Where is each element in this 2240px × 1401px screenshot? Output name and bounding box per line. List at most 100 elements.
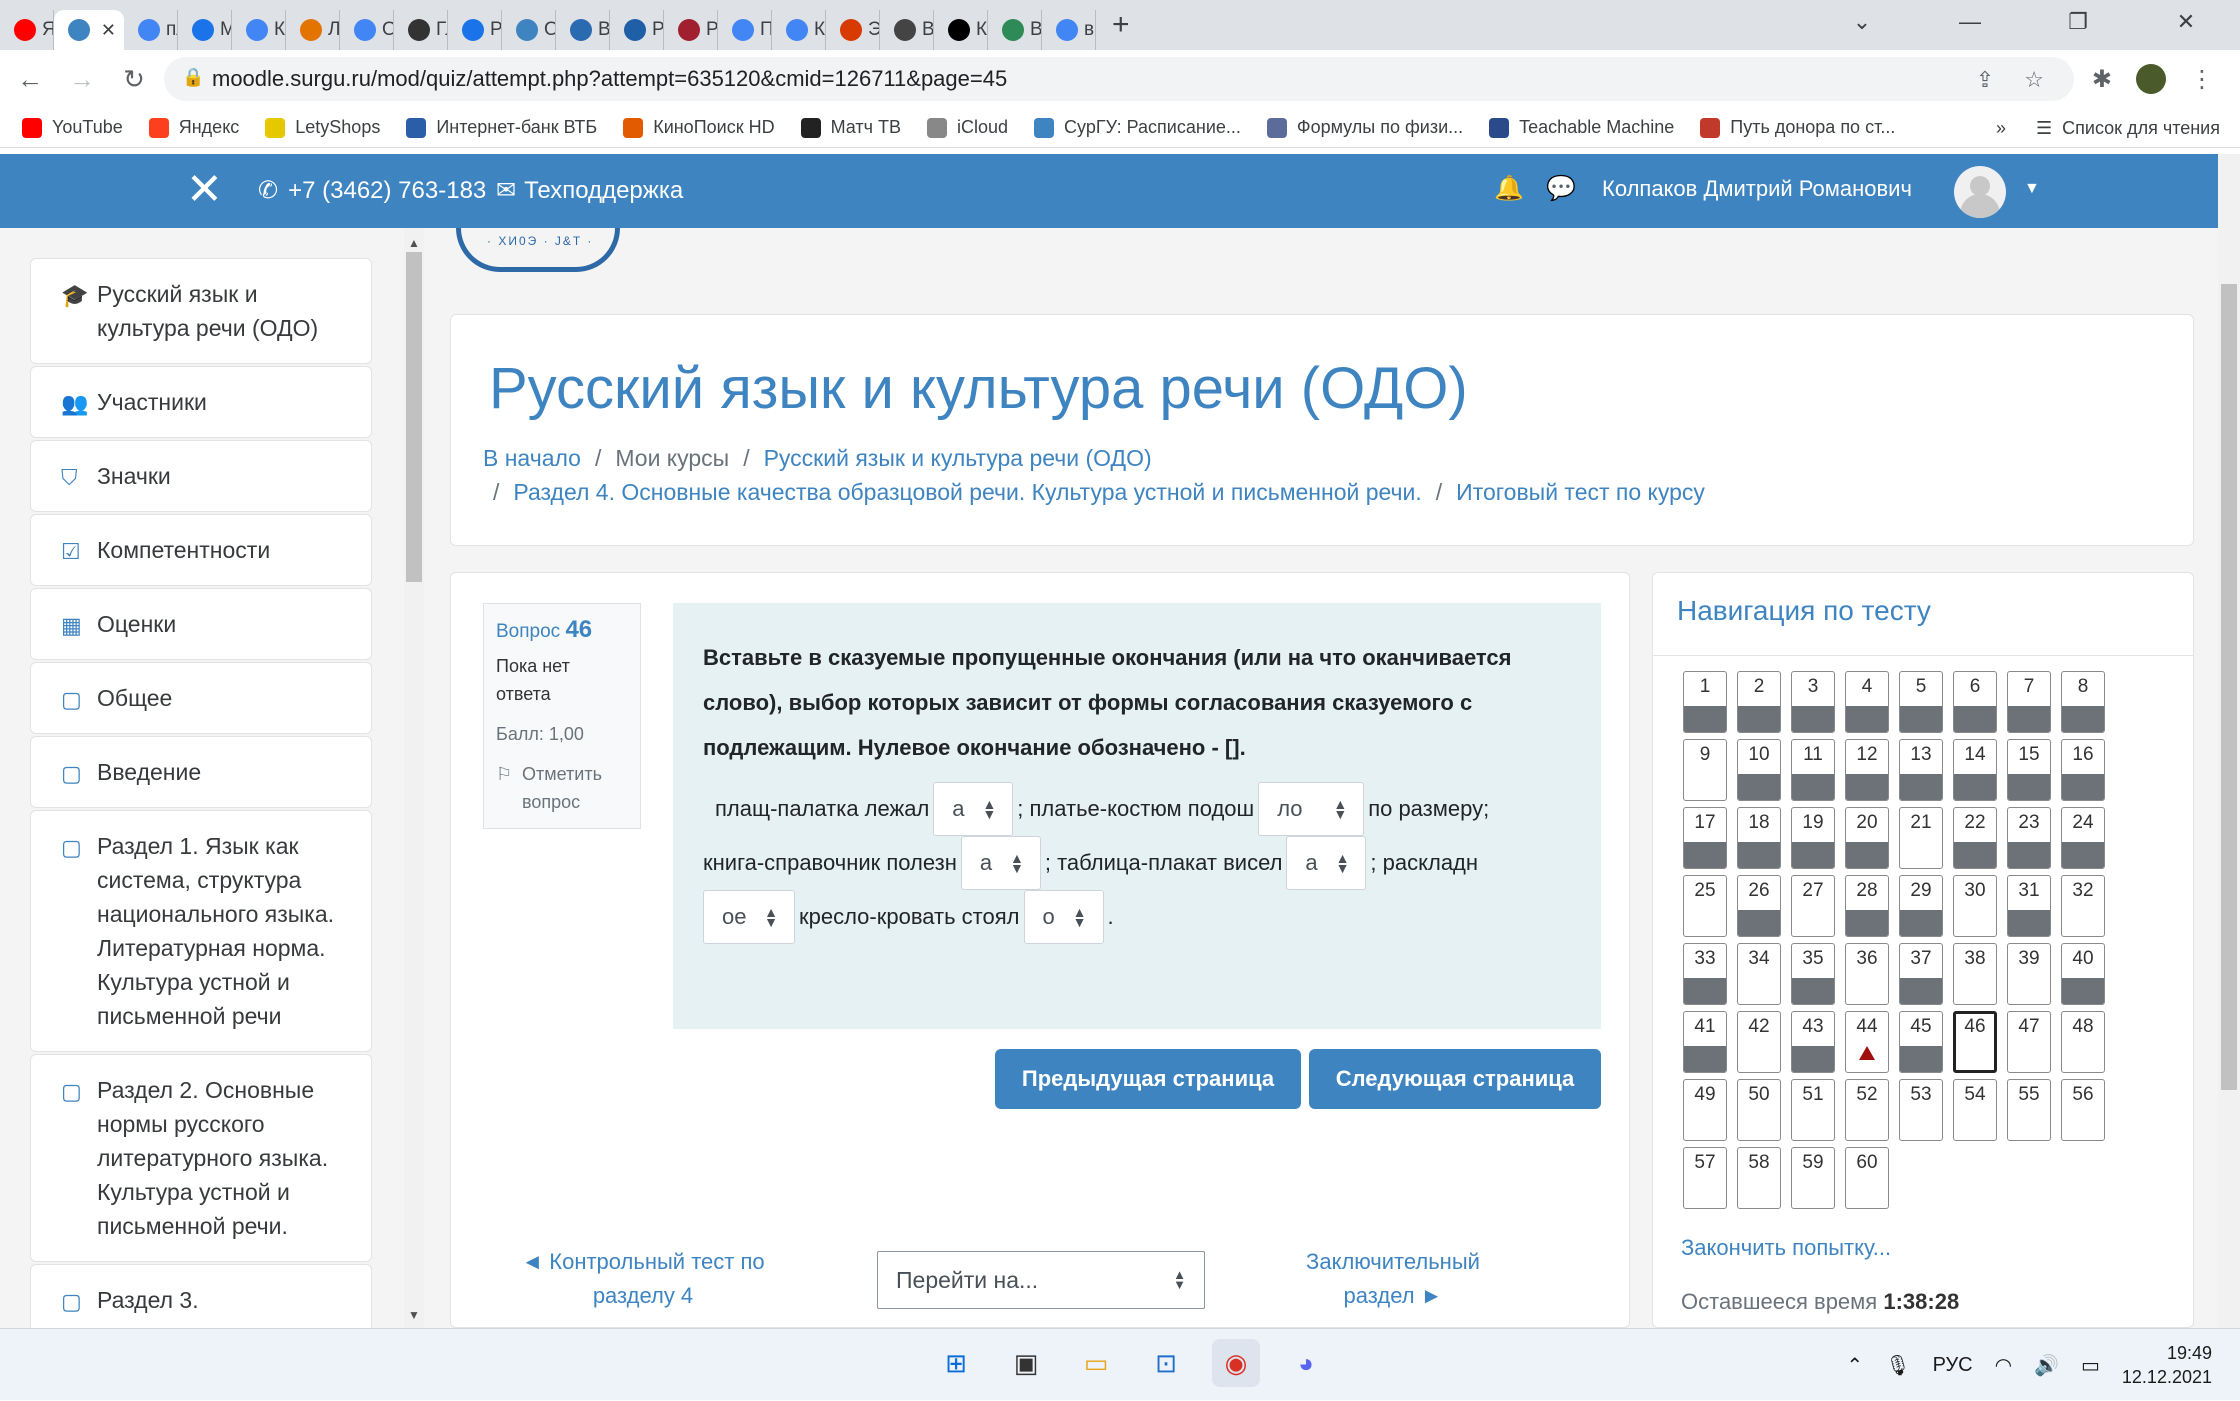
browser-tab[interactable]: Вне	[556, 10, 610, 50]
quiz-nav-button[interactable]: 2	[1737, 671, 1781, 733]
quiz-nav-button[interactable]: 17	[1683, 807, 1727, 869]
start-icon[interactable]: ⊞	[932, 1339, 980, 1387]
sidebar-item[interactable]: ▢ Общее	[30, 662, 372, 734]
drawer-scroll-thumb[interactable]	[406, 252, 422, 582]
bookmark-item[interactable]: Формулы по физи...	[1266, 117, 1463, 138]
extensions-icon[interactable]: ✱	[2092, 65, 2112, 94]
bookmark-item[interactable]: Яндекс	[148, 117, 239, 138]
reading-list-button[interactable]: Список для чтения	[2062, 118, 2220, 139]
answer-select-5[interactable]: ое ▲ ▼	[703, 890, 795, 944]
breadcrumb-my-courses[interactable]: Мои курсы	[615, 445, 729, 471]
scroll-up-icon[interactable]: ▲	[408, 236, 420, 250]
breadcrumb-course[interactable]: Русский язык и культура речи (ОДО)	[764, 445, 1152, 471]
bookmark-item[interactable]: iCloud	[927, 117, 1008, 138]
back-button[interactable]: ←	[8, 64, 52, 95]
quiz-nav-button[interactable]: 43	[1791, 1011, 1835, 1073]
quiz-nav-button[interactable]: 28	[1845, 875, 1889, 937]
browser-tab[interactable]: Реч	[610, 10, 664, 50]
bookmark-item[interactable]: Матч ТВ	[800, 117, 901, 138]
quiz-nav-button[interactable]: 39	[2007, 943, 2051, 1005]
tab-search-icon[interactable]: ⌄	[1808, 0, 1916, 44]
share-icon[interactable]: ⇪	[1976, 67, 1994, 93]
browser-tab[interactable]: Мес	[178, 10, 232, 50]
address-bar[interactable]: 🔒 moodle.surgu.ru/mod/quiz/attempt.php?a…	[164, 57, 2074, 101]
quiz-nav-button[interactable]: 24	[2061, 807, 2105, 869]
drawer-scrollbar[interactable]: ▲ ▼	[404, 228, 424, 1328]
maximize-button[interactable]: ❐	[2024, 0, 2132, 44]
browser-tab[interactable]: Лек	[286, 10, 340, 50]
reload-button[interactable]: ↻	[112, 64, 156, 95]
quiz-nav-button[interactable]: 49	[1683, 1079, 1727, 1141]
breadcrumb-home[interactable]: В начало	[483, 445, 581, 471]
sidebar-item[interactable]: ▦ Оценки	[30, 588, 372, 660]
notifications-bell-icon[interactable]: 🔔	[1494, 174, 1524, 203]
bookmark-item[interactable]: Интернет-банк ВТБ	[406, 117, 597, 138]
quiz-nav-button[interactable]: 4	[1845, 671, 1889, 733]
browser-tab[interactable]: вве	[1042, 10, 1096, 50]
quiz-nav-button[interactable]: 52	[1845, 1079, 1889, 1141]
bookmarks-more-button[interactable]: »	[1996, 118, 2006, 139]
quiz-nav-button[interactable]: 32	[2061, 875, 2105, 937]
sidebar-item[interactable]: ▢ Введение	[30, 736, 372, 808]
user-avatar[interactable]	[1954, 166, 2006, 218]
phone-link[interactable]: ✆ +7 (3462) 763-183	[258, 176, 486, 205]
quiz-nav-button[interactable]: 53	[1899, 1079, 1943, 1141]
quiz-nav-button[interactable]: 15	[2007, 739, 2051, 801]
browser-tab[interactable]: Вер	[880, 10, 934, 50]
breadcrumb-quiz[interactable]: Итоговый тест по курсу	[1456, 479, 1705, 505]
quiz-nav-button[interactable]: 1	[1683, 671, 1727, 733]
quiz-nav-button[interactable]: 51	[1791, 1079, 1835, 1141]
quiz-nav-button[interactable]: 46	[1953, 1011, 1997, 1073]
answer-select-4[interactable]: а ▲ ▼	[1286, 836, 1367, 890]
bookmark-item[interactable]: Путь донора по ст...	[1700, 117, 1895, 138]
quiz-nav-button[interactable]: 36	[1845, 943, 1889, 1005]
browser-tab[interactable]: ✕	[54, 10, 124, 50]
reading-list-icon[interactable]: ☰	[2036, 118, 2052, 139]
close-tab-icon[interactable]: ✕	[101, 20, 116, 41]
quiz-nav-button[interactable]: 34	[1737, 943, 1781, 1005]
clock[interactable]: 19:49 12.12.2021	[2122, 1341, 2212, 1389]
quiz-nav-button[interactable]: 23	[2007, 807, 2051, 869]
language-indicator[interactable]: РУС	[1933, 1354, 1973, 1377]
chrome-menu-icon[interactable]: ⋮	[2190, 65, 2214, 94]
prev-activity-link[interactable]: ◄ Контрольный тест по разделу 4	[521, 1245, 765, 1313]
new-tab-button[interactable]: +	[1112, 8, 1130, 42]
discord-icon[interactable]: ◕	[1282, 1339, 1330, 1387]
sidebar-item[interactable]: ▢ Раздел 3.	[30, 1264, 372, 1328]
messages-icon[interactable]: 💬	[1546, 174, 1576, 203]
quiz-nav-button[interactable]: 21	[1899, 807, 1943, 869]
quiz-nav-button[interactable]: 54	[1953, 1079, 1997, 1141]
quiz-nav-button[interactable]: 58	[1737, 1147, 1781, 1209]
quiz-nav-button[interactable]: 22	[1953, 807, 1997, 869]
browser-tab[interactable]: Отв	[502, 10, 556, 50]
forward-button[interactable]: →	[60, 64, 104, 95]
scroll-down-icon[interactable]: ▼	[408, 1308, 420, 1322]
close-drawer-icon[interactable]: ✕	[186, 168, 223, 212]
microphone-icon[interactable]: 🎙	[1885, 1353, 1910, 1378]
next-page-button[interactable]: Следующая страница	[1309, 1049, 1601, 1109]
browser-tab[interactable]: Я -	[0, 10, 54, 50]
bookmark-item[interactable]: КиноПоиск HD	[623, 117, 775, 138]
answer-select-1[interactable]: а ▲ ▼	[933, 782, 1014, 836]
finish-attempt-link[interactable]: Закончить попытку...	[1681, 1235, 1891, 1261]
quiz-nav-button[interactable]: 37	[1899, 943, 1943, 1005]
user-name[interactable]: Колпаков Дмитрий Романович	[1602, 176, 1912, 202]
answer-select-3[interactable]: а ▲ ▼	[960, 836, 1041, 890]
task-view-icon[interactable]: ▣	[1002, 1339, 1050, 1387]
quiz-nav-button[interactable]: 30	[1953, 875, 1997, 937]
quiz-nav-button[interactable]: 14	[1953, 739, 1997, 801]
answer-select-2[interactable]: ло ▲ ▼	[1258, 782, 1365, 836]
quiz-nav-button[interactable]: 8	[2061, 671, 2105, 733]
quiz-nav-button[interactable]: 56	[2061, 1079, 2105, 1141]
next-activity-link[interactable]: Заключительный раздел ►	[1273, 1245, 1513, 1313]
quiz-nav-button[interactable]: 33	[1683, 943, 1727, 1005]
jump-to-select[interactable]: Перейти на... ▲ ▼	[877, 1251, 1205, 1309]
bookmark-item[interactable]: LetyShops	[265, 117, 380, 138]
quiz-nav-button[interactable]: 20	[1845, 807, 1889, 869]
breadcrumb-section[interactable]: Раздел 4. Основные качества образцовой р…	[513, 479, 1421, 505]
tray-chevron-icon[interactable]: ⌃	[1846, 1353, 1863, 1378]
bookmark-item[interactable]: Teachable Machine	[1489, 117, 1674, 138]
browser-tab[interactable]: Реш	[448, 10, 502, 50]
quiz-nav-button[interactable]: 59	[1791, 1147, 1835, 1209]
quiz-nav-button[interactable]: 10	[1737, 739, 1781, 801]
